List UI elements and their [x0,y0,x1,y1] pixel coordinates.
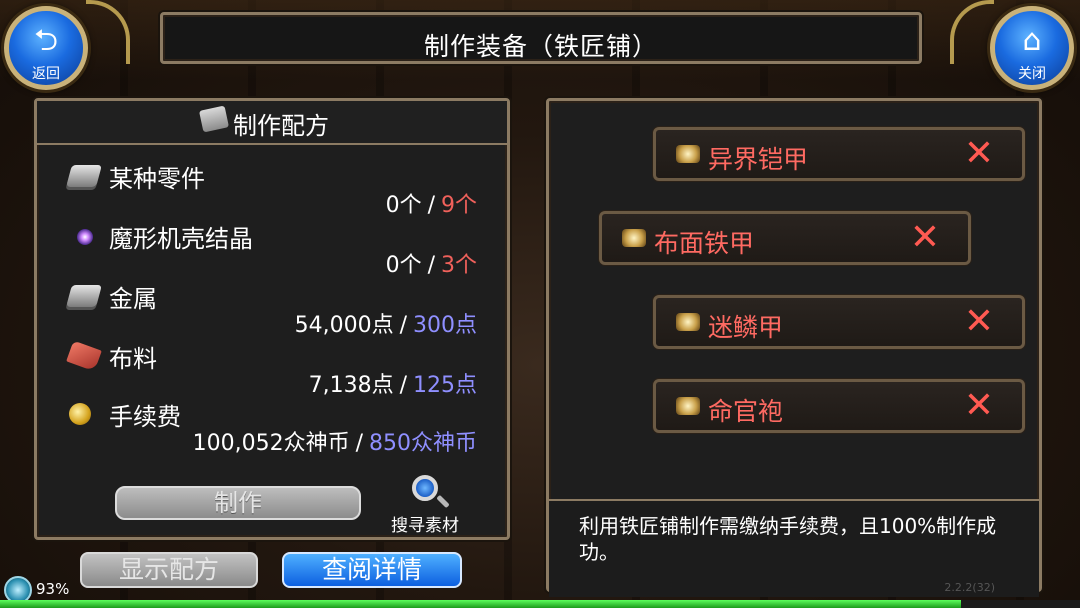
search-material-label: 搜寻素材 [391,516,459,536]
magnifier-icon [412,475,438,501]
close-icon[interactable]: ✕ [964,386,994,426]
recipe-book-icon [198,105,230,133]
material-need: 3个 [441,253,477,278]
recipe-panel-header: 制作配方 [37,101,507,145]
material-amount: 0个/3个 [385,253,477,278]
back-arrow-icon: ⮌ [33,23,59,58]
material-need: 300点 [413,313,477,338]
metal-part-icon [66,165,102,187]
material-have: 7,138点 [308,373,394,398]
material-have: 100,052众神币 [192,431,350,456]
equipment-name: 命官袍 [708,397,784,426]
material-have: 0个 [385,253,422,278]
cloth-icon [66,340,102,372]
material-name: 某种零件 [109,165,205,193]
version-text: 2.2.2(32) [944,581,995,594]
material-row: 金属 54,000点/300点 [37,283,513,343]
search-material-button[interactable]: 搜寻素材 [385,475,465,536]
equipment-item[interactable]: 命官袍 ✕ [653,379,1025,433]
material-name: 布料 [109,345,157,373]
material-amount: 0个/9个 [385,193,477,218]
scroll-icon [676,313,700,331]
material-amount: 7,138点/125点 [308,373,477,398]
crystal-orb-icon [77,229,93,245]
page-title: 制作装备（铁匠铺） [423,32,658,61]
equipment-name: 异界铠甲 [708,145,809,174]
material-row: 手续费 100,052众神币/850众神币 [37,401,513,461]
equipment-name: 布面铁甲 [654,229,755,258]
material-row: 某种零件 0个/9个 [37,163,513,223]
close-label: 关闭 [1018,66,1046,82]
material-amount: 100,052众神币/850众神币 [192,431,477,456]
equipment-name: 迷鳞甲 [708,313,784,342]
material-name: 魔形机壳结晶 [109,225,253,253]
craft-button[interactable]: 制作 [115,486,361,520]
equipment-item[interactable]: 异界铠甲 ✕ [653,127,1025,181]
info-box: 利用铁匠铺制作需缴纳手续费，且100%制作成功。 2.2.2(32) [549,499,1039,597]
close-icon[interactable]: ✕ [910,218,940,258]
material-need: 125点 [413,373,477,398]
material-need: 9个 [441,193,477,218]
battery-percent: 93% [36,580,70,598]
material-have: 54,000点 [294,313,394,338]
material-name: 手续费 [109,403,181,431]
equipment-item[interactable]: 迷鳞甲 ✕ [653,295,1025,349]
material-row: 布料 7,138点/125点 [37,340,513,403]
view-detail-button[interactable]: 查阅详情 [282,552,462,588]
material-row: 魔形机壳结晶 0个/3个 [37,223,513,283]
hp-bar-fill [0,600,962,608]
material-have: 0个 [385,193,422,218]
material-amount: 54,000点/300点 [294,313,477,338]
show-recipe-button[interactable]: 显示配方 [80,552,258,588]
equipment-item[interactable]: 布面铁甲 ✕ [599,211,971,265]
scroll-icon [622,229,646,247]
equipment-list-panel: 异界铠甲 ✕ 布面铁甲 ✕ 迷鳞甲 ✕ 命官袍 ✕ 利用铁匠铺制作需缴纳手续费，… [546,98,1042,597]
scroll-icon [676,397,700,415]
back-button[interactable]: ⮌ 返回 [4,6,88,90]
material-need: 850众神币 [369,431,477,456]
home-icon: ⌂ [1022,23,1042,58]
close-button[interactable]: ⌂ 关闭 [990,6,1074,90]
scroll-icon [676,145,700,163]
metal-ingot-icon [66,285,102,307]
recipe-panel-title: 制作配方 [233,112,329,140]
info-text: 利用铁匠铺制作需缴纳手续费，且100%制作成功。 [579,514,997,564]
close-icon[interactable]: ✕ [964,302,994,342]
back-label: 返回 [32,66,60,82]
close-icon[interactable]: ✕ [964,134,994,174]
coin-icon [69,403,91,425]
material-name: 金属 [109,285,157,313]
title-bar: 制作装备（铁匠铺） [160,12,922,64]
recipe-panel: 制作配方 某种零件 0个/9个 魔形机壳结晶 0个/3个 金属 54,000点 /… [34,98,510,540]
hp-bar [0,600,1080,608]
